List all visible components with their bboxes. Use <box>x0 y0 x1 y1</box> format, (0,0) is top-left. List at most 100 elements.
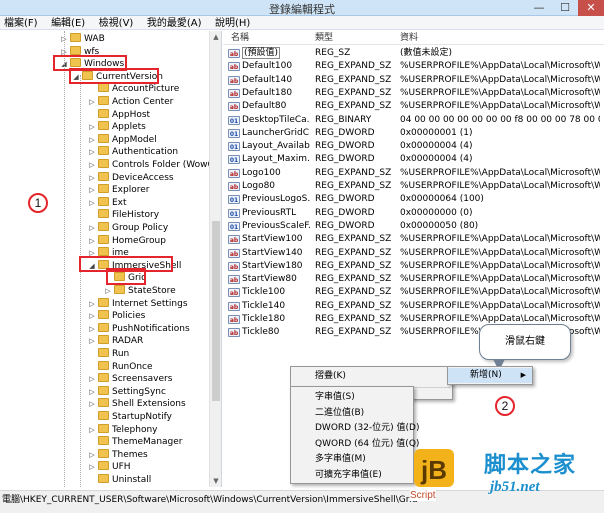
expand-arrow-icon[interactable]: ▷ <box>88 134 96 147</box>
tree-item[interactable]: ▷ Internet Settings <box>88 297 188 311</box>
list-row[interactable]: 01 DesktopTileCa... REG_BINARY 04 00 00 00 … <box>223 114 604 127</box>
list-row[interactable]: ab (預設值) REG_SZ (數值未設定) <box>223 47 604 60</box>
expand-arrow-icon[interactable]: ▷ <box>88 146 96 159</box>
tree-item[interactable]: ▷ UFH <box>88 461 131 474</box>
expand-arrow-icon[interactable]: ▷ <box>88 449 96 462</box>
tree-item[interactable]: ▷ Applets <box>88 121 146 134</box>
menu-file[interactable]: 檔案(F) <box>4 17 38 31</box>
tree-item[interactable]: FileHistory <box>88 209 159 222</box>
new-string-value[interactable]: 字串值(S) <box>291 390 413 405</box>
list-row[interactable]: 01LauncherGridC... REG_DWORD 0x00000001 (1… <box>223 127 604 140</box>
tree-item[interactable]: ThemeManager <box>88 436 183 449</box>
list-row[interactable]: ab Tickle140 REG_EXPAND_SZ %USERPROFILE%\Ap… <box>223 300 604 313</box>
list-row[interactable]: 01 Layout_Maxim... REG_DWORD 0x00000004 (4) <box>223 153 604 166</box>
menu-bar: 檔案(F) 編輯(E) 檢視(V) 我的最愛(A) 說明(H) <box>0 16 604 30</box>
new-dword-value[interactable]: DWORD (32-位元) 值(D) <box>291 421 420 436</box>
list-row[interactable]: 01 PreviousRTL REG_DWORD 0x00000000 (0) <box>223 207 604 220</box>
tree-item[interactable]: Uninstall <box>88 474 151 487</box>
list-row[interactable]: ab Default80 REG_EXPAND_SZ %USERPROFILE%\Ap… <box>223 100 604 113</box>
expand-arrow-icon[interactable]: ▷ <box>88 197 96 210</box>
list-row[interactable]: 01 PreviousLogoS... REG_DWORD 0x00000064 (1… <box>223 193 604 206</box>
tree-item[interactable]: RunOnce <box>88 360 153 374</box>
tree-item[interactable]: ▷ Policies <box>88 310 145 323</box>
maximize-button[interactable]: ☐ <box>552 0 578 16</box>
tree-item[interactable]: ▷ Action Center <box>88 96 173 109</box>
expand-arrow-icon[interactable]: ▷ <box>88 159 96 172</box>
minimize-button[interactable]: — <box>526 0 552 16</box>
expand-arrow-icon[interactable]: ▷ <box>88 335 96 348</box>
tree-item[interactable]: ▷ WAB <box>60 33 105 46</box>
tree-item[interactable]: Run <box>88 348 129 361</box>
expand-arrow-icon[interactable]: ▷ <box>88 235 96 248</box>
expand-arrow-icon[interactable]: ▷ <box>104 285 112 298</box>
list-row[interactable]: ab StartView100 REG_EXPAND_SZ %USERPROFILE%… <box>223 233 604 246</box>
list-row[interactable]: ab Default140 REG_EXPAND_SZ %USERPROFILE%\A… <box>223 74 604 87</box>
list-row[interactable]: ab StartView80 REG_EXPAND_SZ %USERPROFILE%\… <box>223 273 604 286</box>
scroll-up-arrow-icon[interactable]: ▲ <box>210 31 222 43</box>
list-row[interactable]: ab Tickle100 REG_EXPAND_SZ %USERPROFILE%\Ap… <box>223 286 604 299</box>
list-row[interactable]: 01Layout_Availab... REG_DWORD 0x00000004 (… <box>223 140 604 153</box>
expand-arrow-icon[interactable]: ▷ <box>88 424 96 437</box>
expand-arrow-icon[interactable]: ▷ <box>88 373 96 386</box>
tree-item[interactable]: AppHost <box>88 108 150 122</box>
list-row[interactable]: ab StartView140 REG_EXPAND_SZ %USERPROFILE%… <box>223 247 604 260</box>
tree-item[interactable]: ▷ Controls Folder (Wow64) <box>88 159 221 172</box>
new-binary-value[interactable]: 二進位值(B) <box>291 406 413 421</box>
expand-arrow-icon[interactable]: ▷ <box>88 323 96 336</box>
tree-item[interactable]: ▷ Explorer <box>88 184 149 197</box>
menu-help[interactable]: 說明(H) <box>215 17 250 31</box>
expand-arrow-icon[interactable]: ▷ <box>88 386 96 399</box>
tree-item[interactable]: ▷ PushNotifications <box>88 322 190 336</box>
expand-arrow-icon[interactable]: ▷ <box>88 222 96 235</box>
tree-item[interactable]: ▷ Telephony <box>88 423 158 437</box>
expand-arrow-icon[interactable]: ▷ <box>88 298 96 311</box>
value-type: REG_DWORD <box>315 220 375 231</box>
tree-item[interactable]: ▷ AppModel <box>88 133 157 147</box>
tree-item[interactable]: ▷ Group Policy <box>88 222 168 235</box>
tree-item[interactable]: ▷ Screensavers <box>88 373 172 386</box>
new-qword-value[interactable]: QWORD (64 位元) 值(Q) <box>291 437 419 452</box>
menu-favorites[interactable]: 我的最愛(A) <box>147 17 202 31</box>
expand-arrow-icon[interactable]: ▷ <box>88 184 96 197</box>
column-data-header[interactable]: 資料 <box>400 31 418 45</box>
list-row[interactable]: ab Logo80 REG_EXPAND_SZ %USERPROFILE%\AppDa… <box>223 180 604 193</box>
menu-edit[interactable]: 編輯(E) <box>51 17 85 31</box>
tree-item[interactable]: ▷ HomeGroup <box>88 234 166 248</box>
tree-item[interactable]: AccountPicture <box>88 83 179 96</box>
list-row[interactable]: ab Logo100 REG_EXPAND_SZ %USERPROFILE%\AppD… <box>223 167 604 180</box>
tree-item[interactable]: ▷ StateStore <box>104 285 176 298</box>
context-menu-collapse[interactable]: 摺疊(K) <box>291 369 452 384</box>
tree-item[interactable]: ▷ Shell Extensions <box>88 398 186 411</box>
new-expandable-string-value[interactable]: 可擴充字串值(E) <box>291 468 413 483</box>
tree-scrollbar[interactable]: ▲ ▼ <box>209 31 221 487</box>
tree-item[interactable]: ▷ DeviceAccess <box>88 171 174 185</box>
tree-item[interactable]: ▷ Ext <box>88 196 127 210</box>
folder-icon <box>98 222 109 231</box>
expand-arrow-icon[interactable]: ▷ <box>88 172 96 185</box>
tree-item-label: StateStore <box>128 286 176 296</box>
expand-arrow-icon[interactable]: ▷ <box>88 96 96 109</box>
tree-item[interactable]: StartupNotify <box>88 411 172 424</box>
tree-item[interactable]: ▷ RADAR <box>88 335 143 348</box>
list-row[interactable]: 01 PreviousScaleF... REG_DWORD 0x00000050 (… <box>223 220 604 233</box>
tree-item[interactable]: ▷ Authentication <box>88 146 178 159</box>
new-multi-string-value[interactable]: 多字串值(M) <box>291 452 413 467</box>
column-type-header[interactable]: 類型 <box>315 31 333 45</box>
close-button[interactable]: ✕ <box>578 0 604 16</box>
list-row[interactable]: ab Default100 REG_EXPAND_SZ %USERPROFILE%\A… <box>223 60 604 73</box>
expand-arrow-icon[interactable]: ▷ <box>88 398 96 411</box>
column-name-header[interactable]: 名稱 <box>231 31 249 45</box>
folder-icon <box>98 196 109 206</box>
expand-arrow-icon[interactable]: ▷ <box>88 310 96 323</box>
context-menu-new[interactable]: 新增(N) ▶ <box>448 368 532 383</box>
value-type: REG_EXPAND_SZ <box>315 87 392 98</box>
list-row[interactable]: ab Default180 REG_EXPAND_SZ %USERPROFILE%\A… <box>223 87 604 100</box>
tree-item[interactable]: ▷ SettingSync <box>88 385 166 399</box>
scroll-down-arrow-icon[interactable]: ▼ <box>210 475 222 487</box>
expand-arrow-icon[interactable]: ▷ <box>88 121 96 134</box>
expand-arrow-icon[interactable]: ▷ <box>88 461 96 474</box>
scroll-thumb[interactable] <box>212 221 220 401</box>
menu-view[interactable]: 檢視(V) <box>99 17 134 31</box>
tree-item[interactable]: ▷ Themes <box>88 448 148 462</box>
list-row[interactable]: ab StartView180 REG_EXPAND_SZ %USERPROFILE%… <box>223 260 604 273</box>
